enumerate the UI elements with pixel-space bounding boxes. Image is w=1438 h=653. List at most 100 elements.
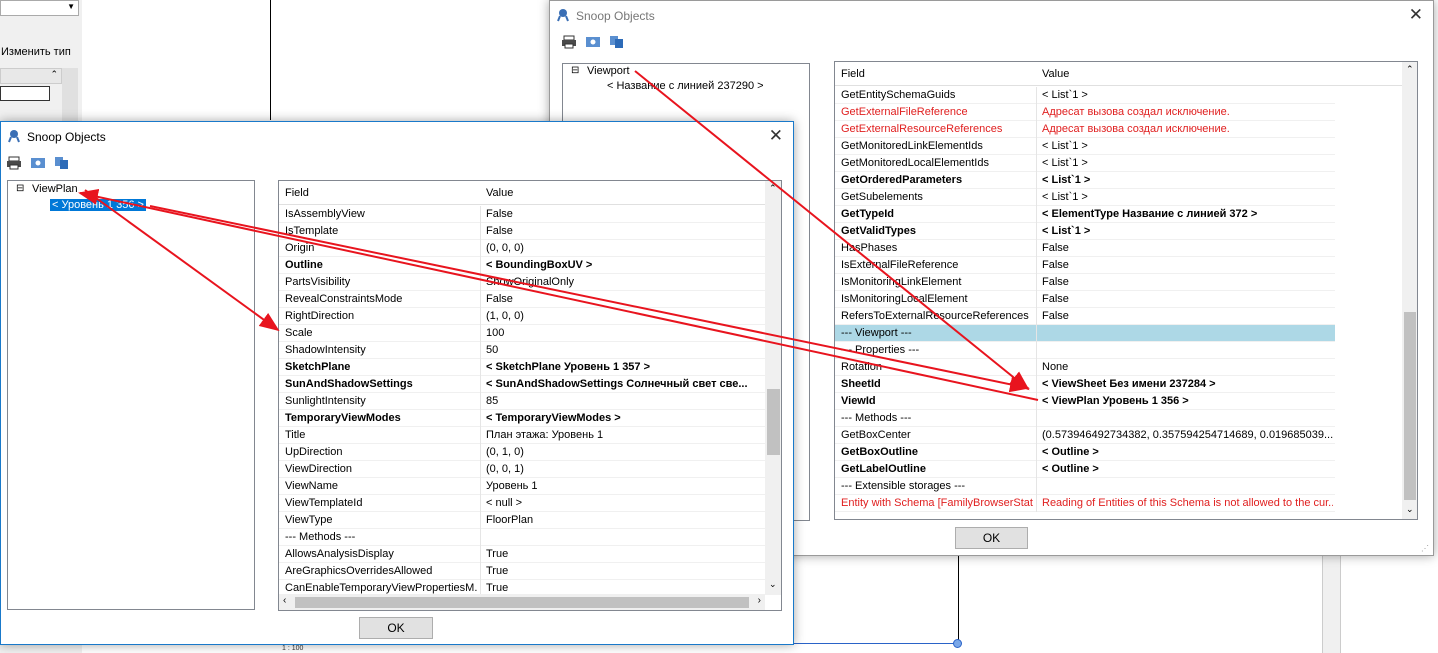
close-icon[interactable]: ✕ [769,126,783,146]
table-row[interactable]: GetBoxCenter (0.573946492734382, 0.357594… [835,427,1335,444]
table-row[interactable]: --- Methods --- [279,529,765,546]
tree-node-viewport[interactable]: Viewport [587,65,630,77]
table-row[interactable]: --- Methods --- [835,410,1335,427]
print-icon[interactable] [6,156,22,170]
field-column-header[interactable]: Field [285,187,309,199]
table-row[interactable]: Scale 100 [279,325,765,342]
table-row[interactable]: AllowsAnalysisDisplay True [279,546,765,563]
table-row[interactable]: AreGraphicsOverridesAllowed True [279,563,765,580]
table-row[interactable]: GetBoxOutline < Outline > [835,444,1335,461]
table-row[interactable]: GetEntitySchemaGuids < List`1 > [835,87,1335,104]
value-column-header[interactable]: Value [1042,68,1069,80]
table-row[interactable]: --- Viewport --- [835,325,1335,342]
table-row[interactable]: Rotation None [835,359,1335,376]
table-row[interactable]: RevealConstraintsMode False [279,291,765,308]
object-tree[interactable]: ⊟ ViewPlan < Уровень 1 356 > [7,180,255,610]
field-column-header[interactable]: Field [841,68,865,80]
table-row[interactable]: TemporaryViewModes < TemporaryViewModes > [279,410,765,427]
properties-field[interactable] [0,86,50,101]
value-cell: False [486,225,513,237]
value-cell: False [1042,242,1069,254]
close-icon[interactable]: ✕ [1409,5,1423,25]
copy-icon[interactable] [609,35,625,49]
table-row[interactable]: GetLabelOutline < Outline > [835,461,1335,478]
table-row[interactable]: SheetId < ViewSheet Без имени 237284 > [835,376,1335,393]
change-type-button[interactable]: Изменить тип [1,46,71,58]
table-row[interactable]: Title План этажа: Уровень 1 [279,427,765,444]
scroll-down-icon[interactable]: ⌄ [1406,504,1414,515]
table-row[interactable]: GetOrderedParameters < List`1 > [835,172,1335,189]
table-row[interactable]: SketchPlane < SketchPlane Уровень 1 357 > [279,359,765,376]
table-row[interactable]: --- Properties --- [835,342,1335,359]
table-row[interactable]: Entity with Schema [FamilyBrowserStat Rea… [835,495,1335,512]
table-row[interactable]: ViewDirection (0, 0, 1) [279,461,765,478]
table-row[interactable]: PartsVisibility ShowOriginalOnly [279,274,765,291]
table-row[interactable]: Outline < BoundingBoxUV > [279,257,765,274]
copy-icon[interactable] [54,156,70,170]
resize-grip-icon[interactable]: ⋰ [1421,544,1429,553]
scroll-up-icon[interactable]: ⌃ [1406,64,1414,75]
table-row[interactable]: HasPhases False [835,240,1335,257]
tree-expander-icon[interactable]: ⊟ [16,183,24,194]
table-row[interactable]: IsAssemblyView False [279,206,765,223]
table-row[interactable]: IsMonitoringLinkElement False [835,274,1335,291]
table-row[interactable]: IsExternalFileReference False [835,257,1335,274]
table-row[interactable]: GetValidTypes < List`1 > [835,223,1335,240]
tree-expander-icon[interactable]: ⊟ [571,65,579,76]
column-divider [1036,223,1037,240]
value-cell: < List`1 > [1042,191,1088,203]
table-row[interactable]: UpDirection (0, 1, 0) [279,444,765,461]
table-row[interactable]: ViewTemplateId < null > [279,495,765,512]
vertical-scrollbar[interactable]: ⌃ ⌄ [765,181,781,595]
column-divider [1036,427,1037,444]
ok-button[interactable]: OK [955,527,1028,549]
table-row[interactable]: RefersToExternalResourceReferences False [835,308,1335,325]
dropdown-arrow-icon: ▼ [67,2,75,11]
table-row[interactable]: ViewId < ViewPlan Уровень 1 356 > [835,393,1335,410]
table-row[interactable]: ShadowIntensity 50 [279,342,765,359]
vertical-scrollbar[interactable]: ⌃ ⌄ [1402,62,1417,519]
table-row[interactable]: ViewType FloorPlan [279,512,765,529]
table-row[interactable]: ViewName Уровень 1 [279,478,765,495]
collapse-icon[interactable]: ⌃ [50,69,58,80]
scroll-left-icon[interactable]: ‹ [283,595,286,606]
table-row[interactable]: GetExternalFileReference Адресат вызова с… [835,104,1335,121]
preview-icon[interactable] [30,156,46,170]
table-row[interactable]: SunAndShadowSettings < SunAndShadowSettin… [279,376,765,393]
column-divider [1036,359,1037,376]
table-row[interactable]: GetMonitoredLinkElementIds < List`1 > [835,138,1335,155]
table-row[interactable]: --- Extensible storages --- [835,478,1335,495]
scroll-thumb[interactable] [767,389,780,455]
horizontal-scrollbar[interactable]: ‹ › [279,594,765,610]
table-row[interactable]: IsMonitoringLocalElement False [835,291,1335,308]
tree-node-viewplan[interactable]: ViewPlan [32,183,78,195]
scroll-thumb[interactable] [1404,312,1416,500]
hscroll-thumb[interactable] [295,597,749,608]
tree-node-child[interactable]: < Название с линией 237290 > [607,80,764,92]
scroll-right-icon[interactable]: › [758,595,761,606]
table-row[interactable]: GetTypeId < ElementType Название с линией… [835,206,1335,223]
preview-icon[interactable] [585,35,601,49]
scroll-up-icon[interactable]: ⌃ [769,183,777,194]
field-cell: GetBoxOutline [841,446,919,458]
table-row[interactable]: SunlightIntensity 85 [279,393,765,410]
table-row[interactable]: GetExternalResourceReferences Адресат выз… [835,121,1335,138]
scroll-down-icon[interactable]: ⌄ [769,579,777,590]
field-cell: HasPhases [841,242,898,254]
properties-scrollbar[interactable] [62,68,78,128]
table-row[interactable]: GetMonitoredLocalElementIds < List`1 > [835,155,1335,172]
field-cell: --- Methods --- [841,412,912,424]
type-dropdown[interactable]: ▼ [0,0,79,16]
table-row[interactable]: Origin (0, 0, 0) [279,240,765,257]
field-cell: ViewId [841,395,876,407]
value-cell: < TemporaryViewModes > [486,412,621,424]
tree-node-child-selected[interactable]: < Уровень 1 356 > [50,199,146,211]
ok-button[interactable]: OK [359,617,433,639]
print-icon[interactable] [561,35,577,49]
table-row[interactable]: RightDirection (1, 0, 0) [279,308,765,325]
drawing-grip[interactable] [953,639,962,648]
table-row[interactable]: GetSubelements < List`1 > [835,189,1335,206]
field-cell: RefersToExternalResourceReferences [841,310,1029,322]
value-column-header[interactable]: Value [486,187,513,199]
table-row[interactable]: IsTemplate False [279,223,765,240]
